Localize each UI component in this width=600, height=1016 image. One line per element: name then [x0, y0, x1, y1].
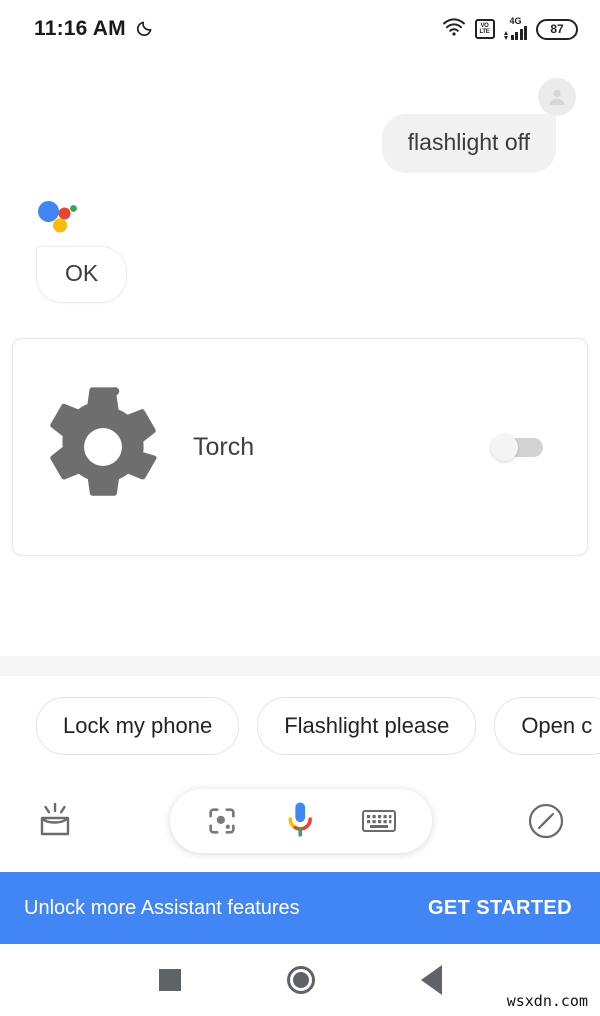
assistant-screen: 11:16 AM VO LTE 4G 87 flashlight off OK …: [0, 0, 600, 1016]
moon-icon: [136, 17, 156, 42]
torch-card[interactable]: Torch: [12, 338, 588, 556]
network-type-label: 4G: [509, 16, 522, 26]
user-avatar-icon[interactable]: [538, 78, 576, 116]
wifi-icon: [442, 17, 466, 42]
card-spacer: [0, 556, 600, 656]
suggestion-chips: Lock my phone Flashlight please Open c: [0, 676, 600, 776]
data-arrows-icon: [503, 31, 508, 40]
battery-icon: 87: [536, 18, 578, 40]
snapshot-icon[interactable]: [34, 801, 76, 841]
recents-square-icon[interactable]: [158, 969, 181, 991]
google-lens-icon[interactable]: [205, 804, 239, 838]
section-divider: [0, 656, 600, 676]
input-mode-pill: [170, 789, 432, 853]
torch-toggle[interactable]: [491, 434, 543, 461]
cellular-signal-icon: 4G: [503, 16, 527, 40]
suggestion-chip[interactable]: Lock my phone: [36, 697, 240, 755]
status-bar: 11:16 AM VO LTE 4G 87: [0, 0, 600, 58]
suggestion-chip[interactable]: Open c: [494, 697, 600, 755]
get-started-button[interactable]: GET STARTED: [428, 897, 572, 920]
status-bar-left: 11:16 AM: [34, 17, 156, 42]
keyboard-icon[interactable]: [361, 807, 397, 835]
google-mic-icon[interactable]: [282, 799, 318, 843]
toggle-thumb: [491, 434, 518, 461]
user-message-bubble: flashlight off: [381, 114, 556, 173]
gear-icon: [13, 382, 193, 512]
watermark: wsxdn.com: [506, 992, 588, 1010]
volte-icon: VO LTE: [474, 19, 495, 39]
user-message-row: flashlight off: [0, 108, 600, 173]
battery-level: 87: [550, 22, 564, 36]
conversation-area: flashlight off OK: [0, 58, 600, 303]
volte-line-2: LTE: [479, 29, 490, 35]
home-circle-icon[interactable]: [286, 966, 315, 994]
google-assistant-logo: [0, 173, 600, 240]
signal-bars: [510, 26, 527, 40]
status-bar-right: VO LTE 4G 87: [442, 16, 578, 42]
assistant-message-row: OK: [0, 240, 600, 303]
status-clock: 11:16 AM: [34, 17, 126, 40]
promo-banner[interactable]: Unlock more Assistant features GET START…: [0, 872, 600, 944]
assistant-message-bubble: OK: [36, 246, 128, 303]
card-title: Torch: [193, 432, 255, 461]
promo-banner-text: Unlock more Assistant features: [24, 896, 300, 919]
compass-explore-icon[interactable]: [526, 801, 566, 841]
bottom-action-bar: [0, 776, 600, 866]
torch-toggle-wrap: [447, 434, 587, 461]
suggestion-chip[interactable]: Flashlight please: [257, 697, 477, 755]
back-triangle-icon[interactable]: [420, 965, 442, 995]
